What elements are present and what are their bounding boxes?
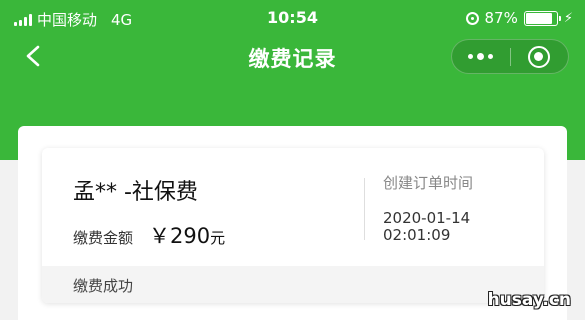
order-time-label: 创建订单时间 [383,174,474,192]
more-button[interactable] [452,40,510,73]
amount-row: 缴费金额 ￥290 元 [73,220,225,250]
rotation-lock-icon [465,11,479,25]
battery-level [525,12,552,24]
record-title: 孟** -社保费 [73,180,198,205]
charging-icon: ⚡ [563,10,573,26]
order-date: 2020-01-14 [383,209,471,227]
battery-icon [523,10,561,26]
status-bar: 中国移动 4G 10:54 87% ⚡ [0,0,585,36]
close-button[interactable] [510,40,568,73]
amount-unit: 元 [210,229,226,247]
watermark: husay.cn [487,290,571,310]
vertical-divider [364,178,365,240]
amount-value: ￥290 [149,224,211,248]
navigation-bar: 缴费记录 [0,36,585,76]
card-footer: 缴费成功 [42,266,544,303]
more-dots-icon [468,53,494,60]
target-circle-icon [528,45,551,68]
payment-record-card[interactable]: 孟** -社保费 缴费金额 ￥290 元 创建订单时间 2020-01-14 0… [42,148,544,303]
battery-percent: 87% [484,9,518,27]
payment-status: 缴费成功 [73,277,134,295]
status-right: 87% ⚡ [465,9,573,27]
order-time: 02:01:09 [383,226,451,244]
menu-capsule [451,39,569,74]
amount-label: 缴费金额 [73,229,134,247]
